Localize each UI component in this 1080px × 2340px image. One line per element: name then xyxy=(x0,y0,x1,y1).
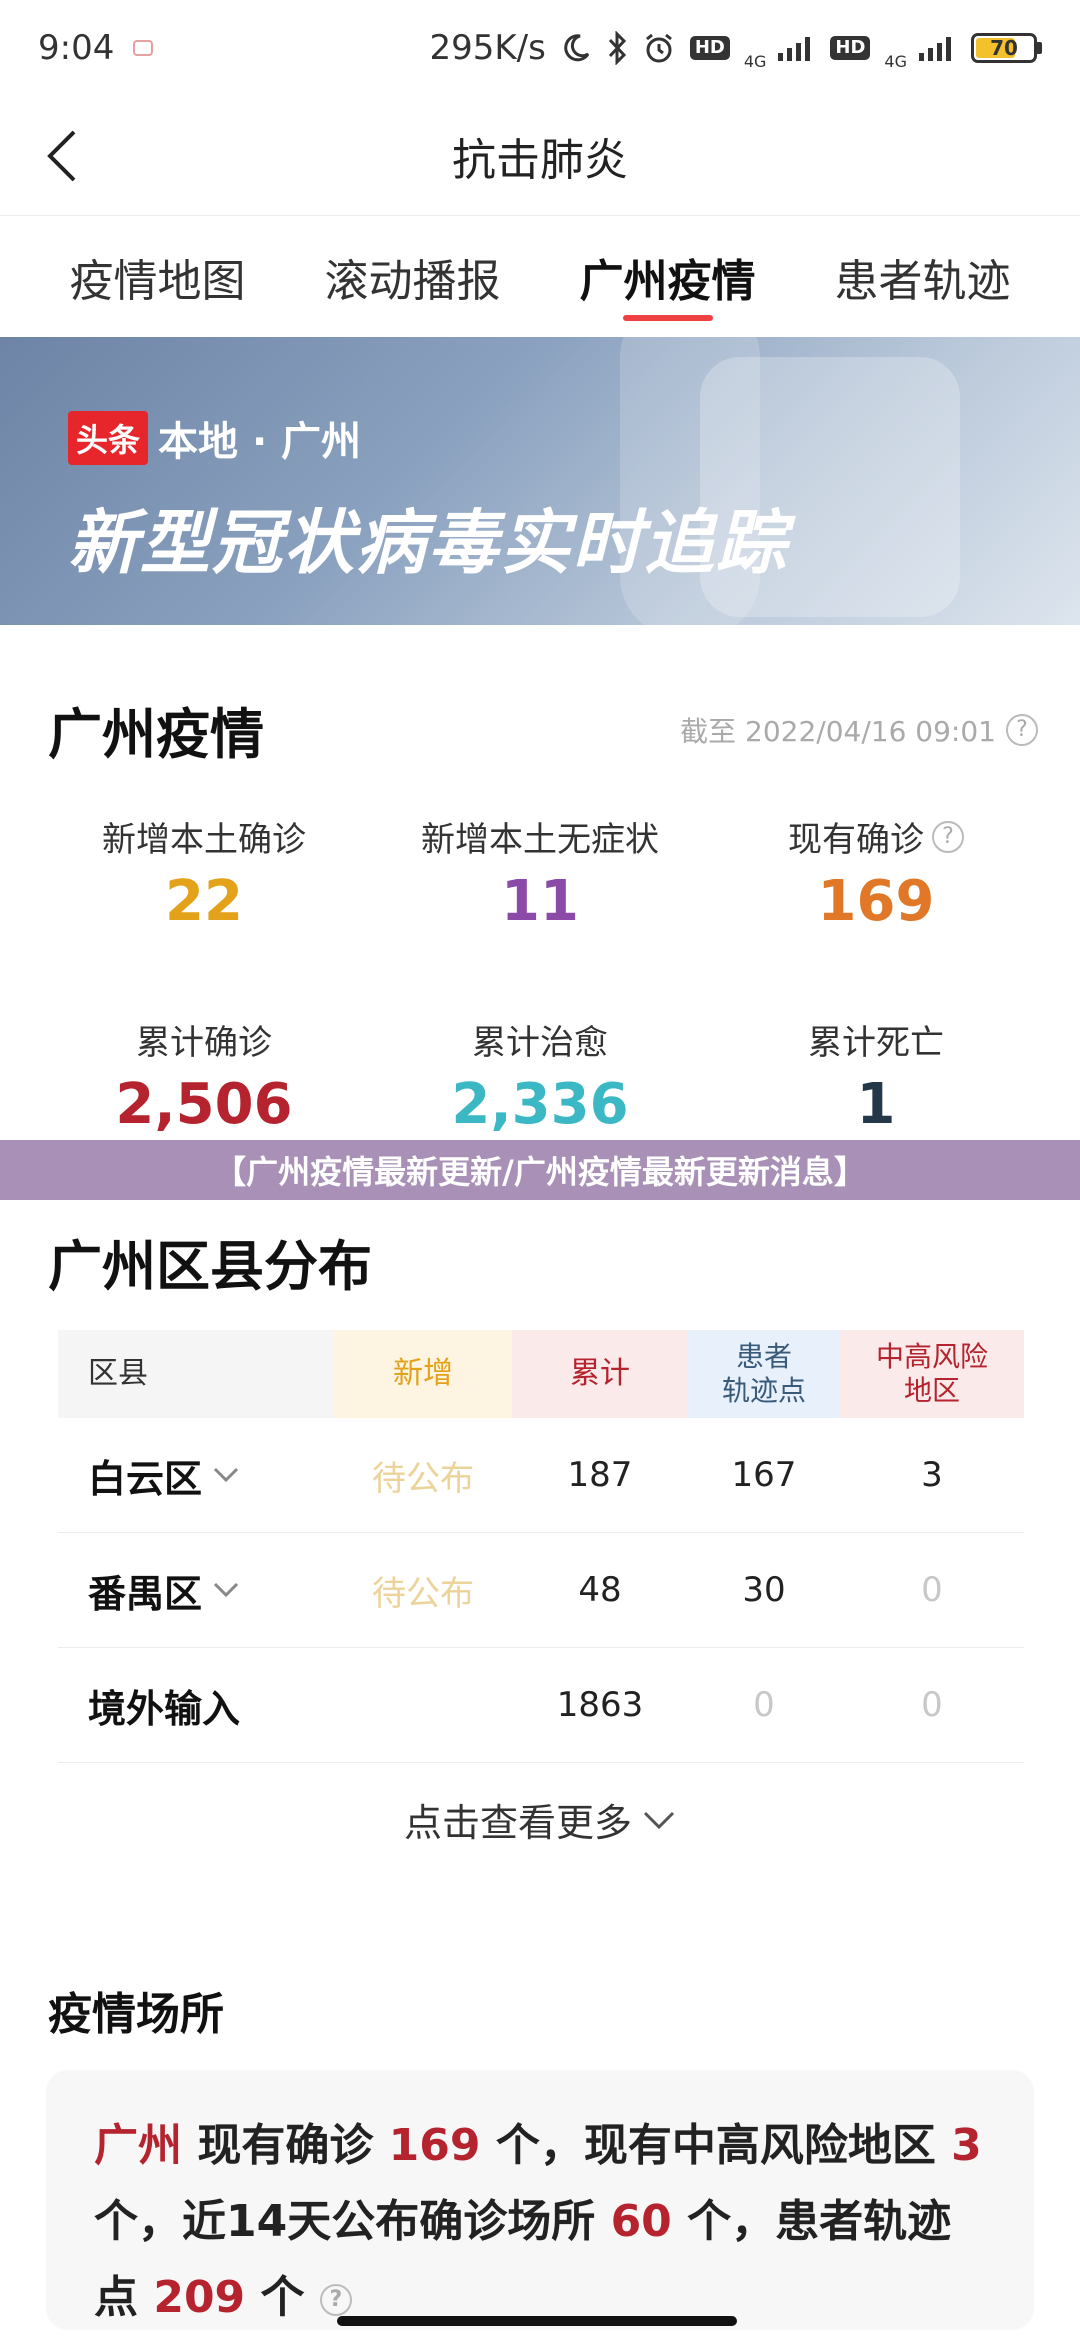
help-icon[interactable]: ? xyxy=(319,2284,352,2316)
chevron-left-icon xyxy=(47,130,76,182)
caption-strip: 【广州疫情最新更新/广州疫情最新更新消息】 xyxy=(0,1140,1080,1200)
update-time: 截至 2022/04/16 09:01 ? xyxy=(680,710,1038,750)
district-table: 区县 新增 累计 患者 轨迹点 中高风险 地区 白云区 待公布 187 167 … xyxy=(58,1330,1024,1763)
header-track-points: 患者 轨迹点 xyxy=(688,1330,840,1418)
banner-title: 新型冠状病毒实时追踪 xyxy=(68,502,788,584)
chevron-down-icon xyxy=(643,1811,675,1829)
cell-total: 1863 xyxy=(556,1685,644,1725)
cell-points: 0 xyxy=(753,1685,775,1725)
stat-new-local-confirmed: 新增本土确诊 22 xyxy=(102,820,306,934)
venue-title: 疫情场所 xyxy=(48,1989,224,2040)
cell-new xyxy=(334,1648,512,1762)
battery-icon: 70 xyxy=(971,33,1042,63)
header-new: 新增 xyxy=(334,1330,512,1418)
tab-guangzhou[interactable]: 广州疫情 xyxy=(580,217,756,337)
cell-points: 167 xyxy=(731,1455,797,1495)
stat-new-local-asymptomatic: 新增本土无症状 11 xyxy=(421,820,659,934)
table-row: 境外输入 1863 0 0 xyxy=(58,1648,1024,1763)
district-name: 白云区 xyxy=(88,1448,240,1503)
signal-icon-2 xyxy=(917,33,957,63)
cell-total: 48 xyxy=(578,1570,622,1610)
stat-current-confirmed: 现有确诊? 169 xyxy=(708,812,1044,934)
stat-total-cured: 累计治愈 2,336 xyxy=(451,1023,629,1137)
stat-total-confirmed: 累计确诊 2,506 xyxy=(115,1023,293,1137)
header-risk-areas: 中高风险 地区 xyxy=(840,1330,1024,1418)
summary-header: 广州疫情 截至 2022/04/16 09:01 ? xyxy=(48,690,1038,769)
hd-badge: HD xyxy=(689,36,730,60)
banner-subtitle: 本地 · 广州 xyxy=(158,419,362,465)
battery-text: 70 xyxy=(990,36,1018,60)
cell-new: 待公布 xyxy=(372,1458,474,1499)
tab-bar: 疫情地图 滚动播报 广州疫情 患者轨迹 xyxy=(0,217,1080,337)
table-row[interactable]: 番禺区 待公布 48 30 0 xyxy=(58,1533,1024,1648)
stats-row-2: 累计确诊 2,506 累计治愈 2,336 累计死亡 1 xyxy=(0,1015,1080,1137)
net-speed: 295K/s xyxy=(429,28,546,68)
tab-patient-track[interactable]: 患者轨迹 xyxy=(835,217,1011,337)
view-more-button[interactable]: 点击查看更多 xyxy=(0,1792,1080,1847)
help-icon[interactable]: ? xyxy=(932,820,964,853)
help-icon[interactable]: ? xyxy=(1006,713,1038,746)
tab-live-feed[interactable]: 滚动播报 xyxy=(325,217,501,337)
venue-summary-text: 广州 现有确诊 169 个，现有中高风险地区 3 个，近14天公布确诊场所 60… xyxy=(94,2120,982,2323)
stats-row-1: 新增本土确诊 22 新增本土无症状 11 现有确诊? 169 xyxy=(0,812,1080,934)
signal-icon xyxy=(776,33,816,63)
district-name: 番禺区 xyxy=(88,1563,240,1618)
active-tab-indicator xyxy=(622,315,713,321)
alarm-icon xyxy=(642,31,676,65)
stat-total-deaths: 累计死亡 1 xyxy=(808,1023,944,1137)
venue-summary-card[interactable]: 广州 现有确诊 169 个，现有中高风险地区 3 个，近14天公布确诊场所 60… xyxy=(46,2070,1034,2330)
home-indicator[interactable] xyxy=(337,2316,737,2326)
toutiao-logo: 头条 xyxy=(68,411,149,465)
cell-risk: 0 xyxy=(921,1685,943,1725)
bluetooth-icon xyxy=(606,31,628,65)
tab-epidemic-map[interactable]: 疫情地图 xyxy=(70,217,246,337)
summary-title: 广州疫情 xyxy=(48,703,264,766)
table-header: 区县 新增 累计 患者 轨迹点 中高风险 地区 xyxy=(58,1330,1024,1418)
nav-header: 抗击肺炎 xyxy=(0,96,1080,216)
table-row[interactable]: 白云区 待公布 187 167 3 xyxy=(58,1418,1024,1533)
hd-badge-2: HD xyxy=(830,36,871,60)
back-button[interactable] xyxy=(44,126,104,186)
header-total: 累计 xyxy=(512,1330,688,1418)
cell-total: 187 xyxy=(567,1455,633,1495)
banner-tag: 头条 本地 · 广州 xyxy=(68,409,361,467)
chevron-down-icon xyxy=(213,1467,239,1483)
network-type-2: 4G xyxy=(884,52,907,71)
cell-points: 30 xyxy=(742,1570,786,1610)
banner[interactable]: 头条 本地 · 广州 新型冠状病毒实时追踪 xyxy=(0,337,1080,625)
status-time: 9:04 xyxy=(38,28,115,68)
moon-icon xyxy=(560,32,592,64)
header-district: 区县 xyxy=(58,1330,334,1418)
network-type-1: 4G xyxy=(743,52,767,71)
cell-risk: 0 xyxy=(921,1570,943,1610)
cell-risk: 3 xyxy=(921,1455,943,1495)
cell-new: 待公布 xyxy=(372,1573,474,1614)
page-title: 抗击肺炎 xyxy=(452,134,628,186)
district-title: 广州区县分布 xyxy=(48,1235,372,1298)
district-name: 境外输入 xyxy=(88,1686,241,1731)
app-notification-icon xyxy=(132,37,154,59)
status-bar: 9:04 295K/s HD 4G HD 4G 70 xyxy=(0,0,1080,96)
chevron-down-icon xyxy=(213,1582,239,1598)
